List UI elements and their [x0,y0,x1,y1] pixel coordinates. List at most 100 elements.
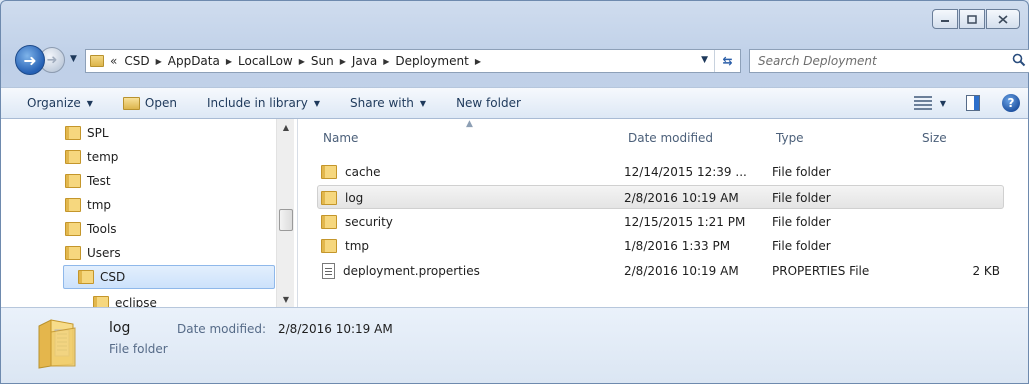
chevron-down-icon: ▼ [419,98,427,108]
breadcrumb-java[interactable]: Java [349,54,380,68]
details-date-label: Date modified: [177,322,267,336]
content-area: SPL temp Test tmp Tools Users CSD eclips… [1,119,1028,307]
tree-item-temp[interactable]: temp [65,145,265,169]
folder-icon [78,270,94,284]
breadcrumb-arrow-icon[interactable]: ▶ [340,57,346,66]
column-header-date-modified[interactable]: Date modified [628,119,713,157]
organize-label: Organize [27,96,81,110]
file-date: 1/8/2016 1:33 PM [624,239,731,253]
tree-item-label: eclipse [115,296,157,307]
tree-item-eclipse[interactable]: eclipse [93,291,273,307]
table-row[interactable]: cache 12/14/2015 12:39 ... File folder [317,160,1004,184]
include-in-library-label: Include in library [206,96,308,110]
tree-item-label: Test [87,174,111,188]
breadcrumb-arrow-icon[interactable]: ▶ [383,57,389,66]
tree-item-tmp[interactable]: tmp [65,193,265,217]
breadcrumb-locallow[interactable]: LocalLow [235,54,296,68]
file-date: 12/15/2015 1:21 PM [624,215,746,229]
details-pane: log Date modified: 2/8/2016 10:19 AM Fil… [1,307,1028,383]
maximize-icon [967,14,977,24]
scroll-down-icon[interactable]: ▼ [277,291,295,307]
caption-buttons [932,9,1020,29]
address-bar[interactable]: « CSD ▶ AppData ▶ LocalLow ▶ Sun ▶ Java ▶ Dep… [85,49,741,73]
file-type: File folder [772,191,831,205]
tree-item-test[interactable]: Test [65,169,265,193]
folder-icon [65,174,81,188]
view-dropdown[interactable]: ▼ [940,99,946,108]
column-header-type[interactable]: Type [776,119,804,157]
refresh-button[interactable]: ⇆ [714,50,740,72]
folder-icon [93,296,109,307]
column-header-size[interactable]: Size [922,119,947,157]
change-view-icon[interactable] [913,96,932,110]
breadcrumb-arrow-icon[interactable]: ▶ [475,57,481,66]
scroll-up-icon[interactable]: ▲ [277,119,295,135]
explorer-window: ➜ ➜ ▼ « CSD ▶ AppData ▶ LocalLow ▶ Sun ▶ Jav… [0,0,1029,384]
breadcrumb: CSD ▶ AppData ▶ LocalLow ▶ Sun ▶ Java ▶ Deplo… [121,54,484,68]
navigation-scrollbar[interactable]: ▲ ▼ [276,119,294,307]
file-date: 2/8/2016 10:19 AM [624,191,739,205]
file-name: cache [345,165,381,179]
minimize-button[interactable] [932,9,958,29]
tree-item-label: CSD [100,270,126,284]
table-row[interactable]: security 12/15/2015 1:21 PM File folder [317,210,1004,234]
open-button[interactable]: Open [122,96,177,110]
close-button[interactable] [986,9,1020,29]
breadcrumb-overflow[interactable]: « [110,54,117,68]
file-type: File folder [772,165,831,179]
breadcrumb-arrow-icon[interactable]: ▶ [226,57,232,66]
breadcrumb-csd[interactable]: CSD [121,54,152,68]
file-type: PROPERTIES File [772,264,870,278]
tree-item-tools[interactable]: Tools [65,217,265,241]
table-row[interactable]: log 2/8/2016 10:19 AM File folder [317,185,1004,209]
file-name: log [345,191,364,205]
folder-icon [321,215,337,229]
tree-item-users[interactable]: Users [65,241,265,265]
include-in-library-button[interactable]: Include in library ▼ [207,96,320,110]
help-icon[interactable]: ? [1002,94,1020,112]
open-label: Open [144,96,177,110]
file-name: security [345,215,393,229]
folder-icon [38,319,76,369]
folder-icon [65,150,81,164]
search-input[interactable]: Search Deployment [758,54,877,68]
back-arrow-icon: ➜ [23,50,37,70]
breadcrumb-deployment[interactable]: Deployment [392,54,471,68]
organize-button[interactable]: Organize ▼ [27,96,93,110]
sort-ascending-icon: ▲ [466,119,473,129]
details-date-value: 2/8/2016 10:19 AM [278,322,393,336]
tree-item-spl[interactable]: SPL [65,121,265,145]
breadcrumb-appdata[interactable]: AppData [165,54,223,68]
preview-pane-icon[interactable] [966,95,980,111]
file-date: 12/14/2015 12:39 ... [624,165,747,179]
details-type: File folder [109,342,168,356]
table-row[interactable]: tmp 1/8/2016 1:33 PM File folder [317,234,1004,258]
table-row[interactable]: deployment.properties 2/8/2016 10:19 AM … [317,259,1004,283]
tree-item-label: temp [87,150,119,164]
view-controls: ▼ ? [913,94,1020,112]
back-button[interactable]: ➜ [15,45,45,75]
column-header-name[interactable]: Name [323,119,358,157]
tree-item-label: tmp [87,198,112,212]
properties-file-icon [322,263,335,279]
address-dropdown[interactable]: ▼ [701,55,708,65]
refresh-icon: ⇆ [722,54,733,68]
tree-item-csd[interactable]: CSD [63,265,275,289]
file-date: 2/8/2016 10:19 AM [624,264,739,278]
tree-item-label: Users [87,246,121,260]
recent-pages-dropdown[interactable]: ▼ [70,54,77,64]
share-with-label: Share with [350,96,414,110]
new-folder-button[interactable]: New folder [456,96,521,110]
folder-icon [321,239,337,253]
breadcrumb-sun[interactable]: Sun [308,54,337,68]
breadcrumb-arrow-icon[interactable]: ▶ [299,57,305,66]
maximize-button[interactable] [959,9,985,29]
search-icon[interactable] [1012,53,1026,67]
file-type: File folder [772,215,831,229]
share-with-button[interactable]: Share with ▼ [350,96,426,110]
scroll-thumb[interactable] [279,209,293,231]
breadcrumb-arrow-icon[interactable]: ▶ [156,57,162,66]
file-name: deployment.properties [343,264,480,278]
file-list: ▲ Name Date modified Type Size cache 12/… [299,119,1028,307]
search-box[interactable]: Search Deployment [749,49,1029,73]
